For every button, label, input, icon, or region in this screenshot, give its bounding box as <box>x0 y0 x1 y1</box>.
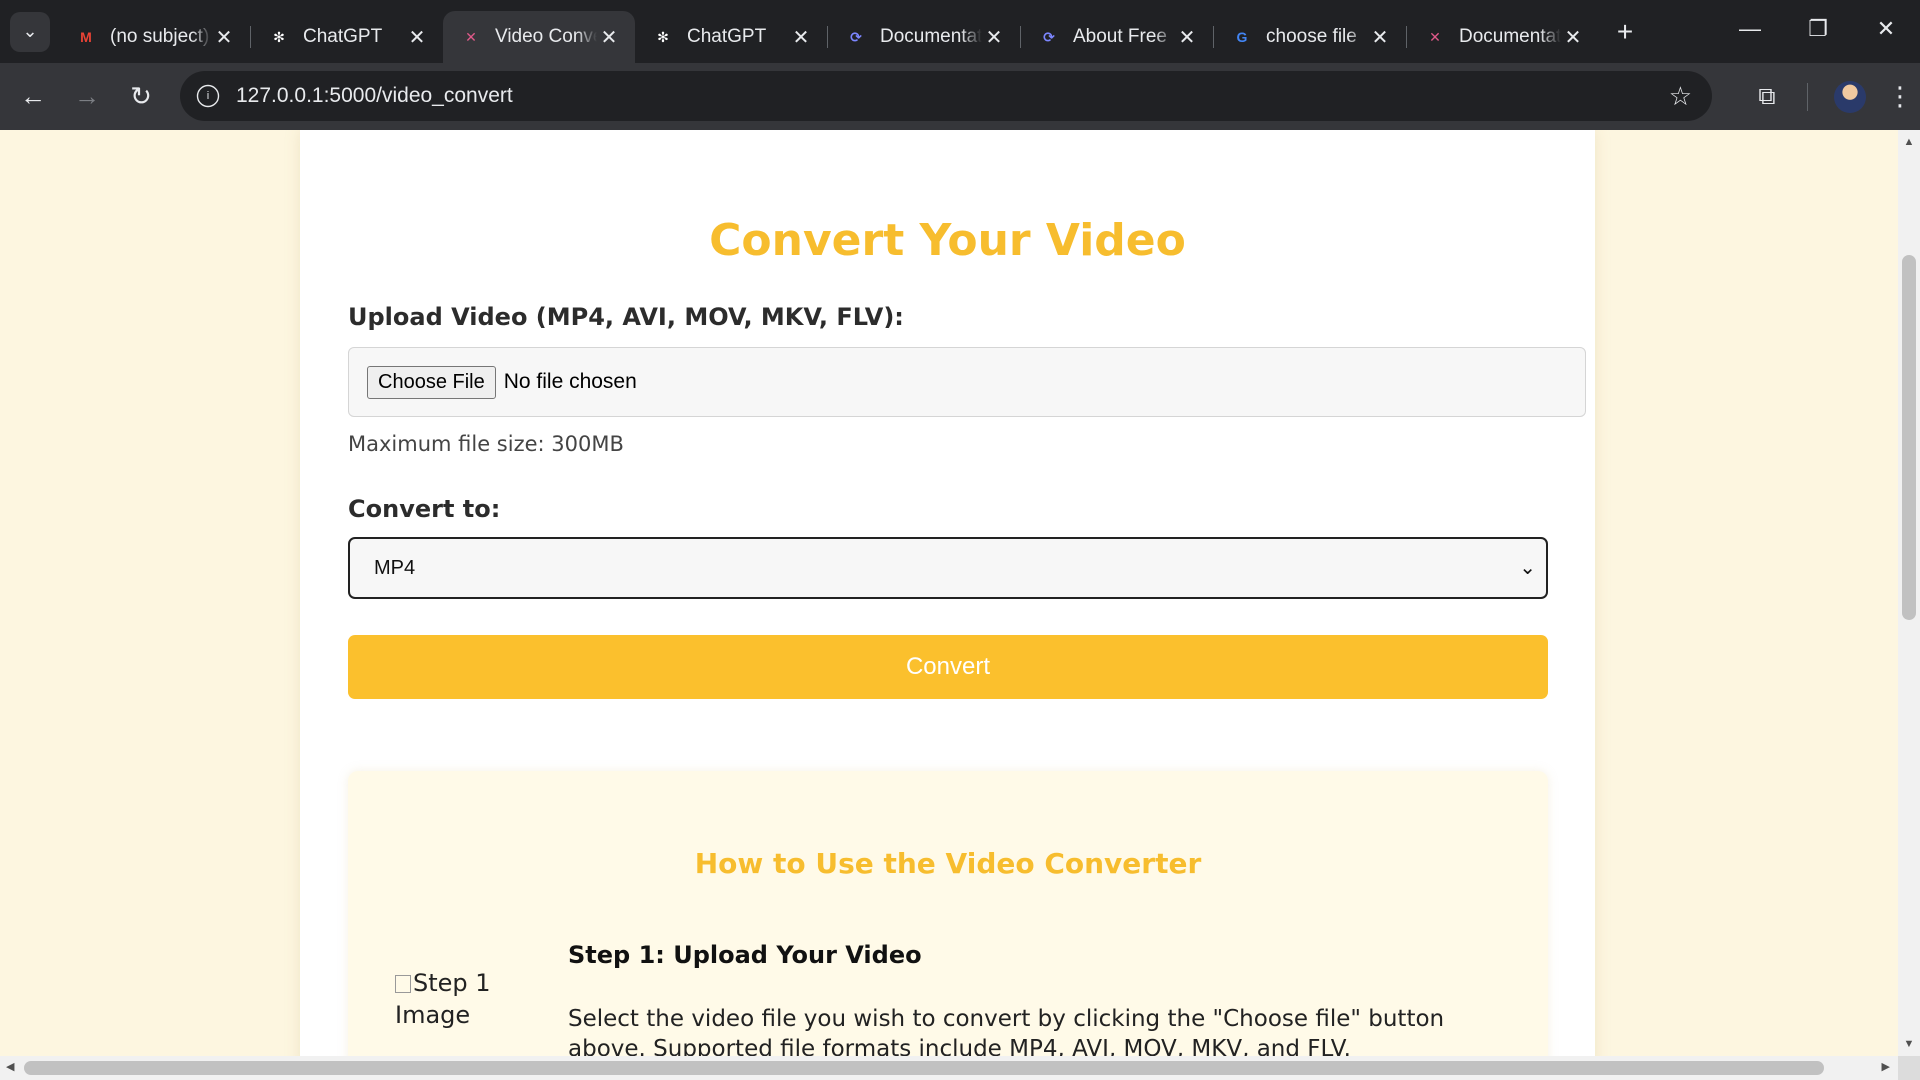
forward-button[interactable]: → <box>60 70 114 124</box>
tab-title: ChatGPT <box>687 26 767 47</box>
toolbar-divider <box>1807 82 1808 111</box>
step1-description: Select the video file you wish to conver… <box>568 1006 1445 1056</box>
address-bar[interactable]: i 127.0.0.1:5000/video_convert ☆ <box>180 71 1712 121</box>
menu-kebab-icon[interactable]: ⋮ <box>1880 81 1920 112</box>
tabs: M(no subject)✕✻ChatGPT✕✕Video Converter✕… <box>58 0 1599 63</box>
scroll-right-icon[interactable]: ▶ <box>1882 1060 1890 1073</box>
minimize-button[interactable]: — <box>1716 0 1784 58</box>
scroll-left-icon[interactable]: ◀ <box>6 1060 14 1073</box>
scrollbar-corner <box>1898 1056 1920 1080</box>
new-tab-button[interactable]: + <box>1605 16 1645 48</box>
tab-close-icon[interactable]: ✕ <box>212 25 236 50</box>
chatgpt-icon: ✻ <box>657 28 669 45</box>
docs-icon: ⟳ <box>1043 28 1055 45</box>
browser-tab[interactable]: M (no subject) ✕ <box>58 11 250 63</box>
restore-icon: ❐ <box>1808 16 1828 41</box>
horizontal-scrollbar[interactable]: ◀ ▶ <box>0 1056 1898 1080</box>
tab-close-icon[interactable]: ✕ <box>597 25 621 50</box>
tab-title: (no subject) <box>110 26 210 47</box>
back-button[interactable]: ← <box>6 70 60 124</box>
choose-file-button[interactable]: Choose File <box>367 365 496 399</box>
chevron-down-icon: ⌄ <box>22 21 38 41</box>
tab-close-icon[interactable]: ✕ <box>1561 25 1585 50</box>
url-host: 127.0.0.1 <box>236 84 324 107</box>
scroll-down-icon[interactable]: ▼ <box>1898 1038 1920 1050</box>
url-text[interactable]: 127.0.0.1:5000/video_convert <box>236 84 513 108</box>
tab-title: ChatGPT <box>303 26 383 47</box>
reload-button[interactable]: ↻ <box>114 70 168 124</box>
howto-section: How to Use the Video Converter Step 1 Im… <box>348 771 1548 1056</box>
browser-tab[interactable]: ✻ ChatGPT ✕ <box>635 11 827 63</box>
docs-icon: ⟳ <box>850 28 862 45</box>
browser-tab[interactable]: ✻ ChatGPT ✕ <box>251 11 443 63</box>
tab-title: choose file <box>1266 26 1357 47</box>
page-title: Convert Your Video <box>709 215 1186 266</box>
chevron-down-icon: ⌄ <box>1519 557 1536 579</box>
vertical-scrollbar[interactable]: ▲ ▼ <box>1898 130 1920 1056</box>
reload-icon: ↻ <box>130 81 152 111</box>
url-path: :5000/video_convert <box>323 84 513 107</box>
step1-image: Step 1 Image <box>395 967 505 1031</box>
page-viewport: Convert Your Video Upload Video (MP4, AV… <box>0 130 1898 1056</box>
vertical-scroll-thumb[interactable] <box>1902 255 1916 620</box>
tab-strip: ⌄ M(no subject)✕✻ChatGPT✕✕Video Converte… <box>0 0 1920 63</box>
format-selected-value: MP4 <box>374 556 416 579</box>
toolbar-right: ⧉ ⋮ <box>1739 63 1920 130</box>
converter-card: Convert Your Video Upload Video (MP4, AV… <box>300 130 1595 1056</box>
broken-image-icon <box>395 975 411 993</box>
tab-close-icon[interactable]: ✕ <box>789 25 813 50</box>
upload-label: Upload Video (MP4, AVI, MOV, MKV, FLV): <box>348 303 904 331</box>
browser-tab[interactable]: ⟳ About Free ✕ <box>1021 11 1213 63</box>
browser-tab[interactable]: ✕Documentation✕ <box>1407 11 1599 63</box>
chatgpt-icon: ✻ <box>273 28 285 45</box>
file-status-text: No file chosen <box>503 370 637 393</box>
tab-close-icon[interactable]: ✕ <box>982 25 1006 50</box>
app-logo-icon: ✕ <box>465 28 477 45</box>
convert-button[interactable]: Convert <box>348 635 1548 699</box>
restore-button[interactable]: ❐ <box>1784 0 1852 58</box>
arrow-left-icon: ← <box>20 81 46 111</box>
tab-title: Video Converter <box>495 26 597 47</box>
tab-search-button[interactable]: ⌄ <box>10 11 50 52</box>
scroll-up-icon[interactable]: ▲ <box>1898 136 1920 148</box>
file-input[interactable]: Choose File No file chosen <box>348 347 1586 417</box>
window-controls: — ❐ ✕ <box>1716 0 1920 58</box>
app-logo-icon: ✕ <box>1429 28 1441 45</box>
convert-to-label: Convert to: <box>348 495 501 523</box>
tab-title: Documentation <box>880 26 982 47</box>
bookmark-star-icon[interactable]: ☆ <box>1669 81 1692 112</box>
close-icon: ✕ <box>1876 16 1896 41</box>
site-info-icon[interactable]: i <box>196 84 220 108</box>
browser-toolbar: ← → ↻ i 127.0.0.1:5000/video_convert ☆ ⧉… <box>0 63 1920 130</box>
max-size-hint: Maximum file size: 300MB <box>348 432 624 456</box>
step1-title: Step 1: Upload Your Video <box>568 941 922 969</box>
tab-close-icon[interactable]: ✕ <box>1368 25 1392 50</box>
horizontal-scroll-thumb[interactable] <box>24 1061 1824 1075</box>
tab-title: About Free <box>1073 26 1167 47</box>
tab-close-icon[interactable]: ✕ <box>1175 25 1199 50</box>
tab-title: Documentation <box>1459 26 1561 47</box>
extensions-icon[interactable]: ⧉ <box>1739 83 1795 111</box>
close-window-button[interactable]: ✕ <box>1852 0 1920 58</box>
arrow-right-icon: → <box>74 81 100 111</box>
format-select[interactable]: MP4 ⌄ <box>348 537 1548 599</box>
browser-tab[interactable]: ✕Video Converter✕ <box>443 11 635 63</box>
tab-close-icon[interactable]: ✕ <box>405 25 429 50</box>
gmail-icon: M <box>80 29 92 45</box>
profile-avatar[interactable] <box>1834 80 1866 113</box>
browser-tab[interactable]: ⟳ Documentation✕ <box>828 11 1020 63</box>
minimize-icon: — <box>1739 16 1761 41</box>
google-icon: G <box>1236 29 1248 45</box>
howto-title: How to Use the Video Converter <box>694 847 1202 880</box>
browser-tab[interactable]: Gchoose file ✕ <box>1214 11 1406 63</box>
